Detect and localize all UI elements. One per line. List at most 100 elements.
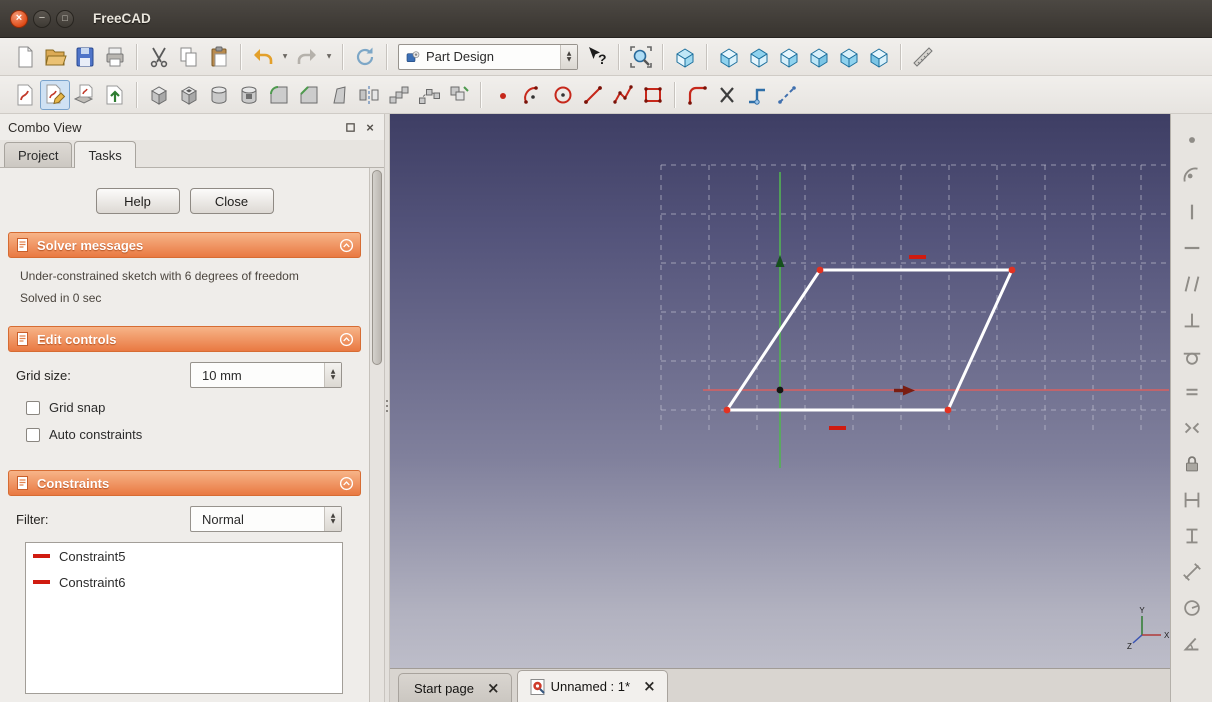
constraint-list-item[interactable]: Constraint5 [26, 543, 342, 569]
task-panel-scrollbar[interactable] [369, 168, 384, 702]
window-minimize-button[interactable]: − [33, 9, 51, 28]
sketch-canvas[interactable]: Y X Z [390, 114, 1170, 668]
measure-distance-button[interactable] [908, 42, 938, 72]
pocket-button[interactable] [174, 80, 204, 110]
sketch-vertices[interactable] [723, 266, 1016, 414]
linear-pattern-button[interactable] [384, 80, 414, 110]
constraint-filter-combobox[interactable]: Normal ▲ ▼ [190, 506, 342, 532]
collapse-section-icon[interactable] [339, 332, 354, 347]
new-sketch-button[interactable] [10, 80, 40, 110]
view-front-button[interactable] [714, 42, 744, 72]
refresh-button[interactable] [350, 42, 380, 72]
constrain-equal-button[interactable] [1178, 378, 1206, 406]
grid-snap-checkbox[interactable] [26, 400, 40, 415]
constrain-tangent-button[interactable] [1178, 342, 1206, 370]
multi-transform-button[interactable] [444, 80, 474, 110]
constrain-radius-button[interactable] [1178, 594, 1206, 622]
create-polyline-button[interactable] [608, 80, 638, 110]
constraint-list[interactable]: Constraint5 Constraint6 [25, 542, 343, 694]
auto-constraints-checkbox[interactable] [26, 427, 40, 442]
workbench-selector[interactable]: Part Design ▲ ▼ [398, 43, 578, 70]
create-arc-button[interactable] [518, 80, 548, 110]
create-point-button[interactable] [488, 80, 518, 110]
collapse-section-icon[interactable] [339, 476, 354, 491]
undo-button[interactable] [248, 42, 278, 72]
tab-project[interactable]: Project [4, 142, 73, 167]
solver-messages-header[interactable]: Solver messages [8, 232, 361, 258]
close-task-button[interactable]: Close [189, 188, 274, 214]
combo-spinner[interactable]: ▲ ▼ [324, 507, 341, 531]
print-button[interactable] [100, 42, 130, 72]
view-top-button[interactable] [744, 42, 774, 72]
constrain-angle-button[interactable] [1178, 630, 1206, 658]
groove-button[interactable] [234, 80, 264, 110]
window-maximize-button[interactable]: □ [56, 9, 74, 28]
toggle-construction-mode-button[interactable] [772, 80, 802, 110]
whats-this-button[interactable]: ? [582, 42, 612, 72]
cut-button[interactable] [144, 42, 174, 72]
save-document-button[interactable] [70, 42, 100, 72]
constrain-parallel-button[interactable] [1178, 270, 1206, 298]
grid-size-combobox[interactable]: 10 mm ▲ ▼ [190, 362, 342, 388]
create-circle-button[interactable] [548, 80, 578, 110]
create-rectangle-button[interactable] [638, 80, 668, 110]
tab-tasks[interactable]: Tasks [74, 141, 136, 168]
paste-button[interactable] [204, 42, 234, 72]
redo-history-dropdown[interactable]: ▼ [322, 42, 336, 72]
constrain-perpendicular-button[interactable] [1178, 306, 1206, 334]
undo-history-dropdown[interactable]: ▼ [278, 42, 292, 72]
origin-point[interactable] [776, 386, 784, 394]
tab-close-icon[interactable]: × [643, 679, 656, 694]
edit-controls-header[interactable]: Edit controls [8, 326, 361, 352]
constrain-distance-button[interactable] [1178, 558, 1206, 586]
open-document-button[interactable] [40, 42, 70, 72]
help-button[interactable]: Help [95, 188, 180, 214]
create-line-button[interactable] [578, 80, 608, 110]
view-bottom-button[interactable] [834, 42, 864, 72]
panel-close-button[interactable]: × [362, 119, 378, 135]
fillet-button[interactable] [264, 80, 294, 110]
revolution-button[interactable] [204, 80, 234, 110]
constraint-list-item[interactable]: Constraint6 [26, 569, 342, 595]
3d-viewport[interactable]: Y X Z [390, 114, 1170, 668]
external-geometry-button[interactable] [742, 80, 772, 110]
constrain-coincident-button[interactable] [1178, 126, 1206, 154]
chamfer-button[interactable] [294, 80, 324, 110]
leave-sketch-button[interactable] [100, 80, 130, 110]
constrain-symmetric-button[interactable] [1178, 414, 1206, 442]
edit-sketch-button[interactable] [40, 79, 70, 110]
copy-button[interactable] [174, 42, 204, 72]
trim-edge-button[interactable] [712, 80, 742, 110]
panel-float-button[interactable] [342, 119, 358, 135]
create-sketch-fillet-button[interactable] [682, 80, 712, 110]
draft-button[interactable] [324, 80, 354, 110]
window-close-button[interactable]: × [10, 9, 28, 28]
constrain-lock-button[interactable] [1178, 450, 1206, 478]
scrollbar-thumb[interactable] [372, 170, 382, 365]
constraints-header[interactable]: Constraints [8, 470, 361, 496]
pad-button[interactable] [144, 80, 174, 110]
constrain-horizontal-distance-button[interactable] [1178, 486, 1206, 514]
constrain-horizontal-button[interactable] [1178, 234, 1206, 262]
titlebar[interactable]: × − □ FreeCAD [0, 0, 1212, 38]
constrain-vertical-button[interactable] [1178, 198, 1206, 226]
new-document-button[interactable] [10, 42, 40, 72]
redo-button[interactable] [292, 42, 322, 72]
tab-unnamed-document[interactable]: Unnamed : 1* × [516, 670, 668, 702]
constrain-vertical-distance-button[interactable] [1178, 522, 1206, 550]
tab-start-page[interactable]: Start page × [398, 673, 512, 702]
view-left-button[interactable] [864, 42, 894, 72]
combo-spinner[interactable]: ▲ ▼ [324, 363, 341, 387]
mirrored-button[interactable] [354, 80, 384, 110]
constrain-point-on-object-button[interactable] [1178, 162, 1206, 190]
collapse-section-icon[interactable] [339, 238, 354, 253]
view-axonometric-button[interactable] [670, 42, 700, 72]
tab-close-icon[interactable]: × [487, 680, 500, 696]
horizontal-constraint-marks[interactable] [829, 255, 926, 430]
fit-all-button[interactable] [626, 42, 656, 72]
map-sketch-to-face-button[interactable] [70, 80, 100, 110]
view-right-button[interactable] [774, 42, 804, 72]
sketch-parallelogram[interactable] [724, 268, 1015, 412]
combo-view-titlebar[interactable]: Combo View × [0, 114, 384, 140]
view-rear-button[interactable] [804, 42, 834, 72]
